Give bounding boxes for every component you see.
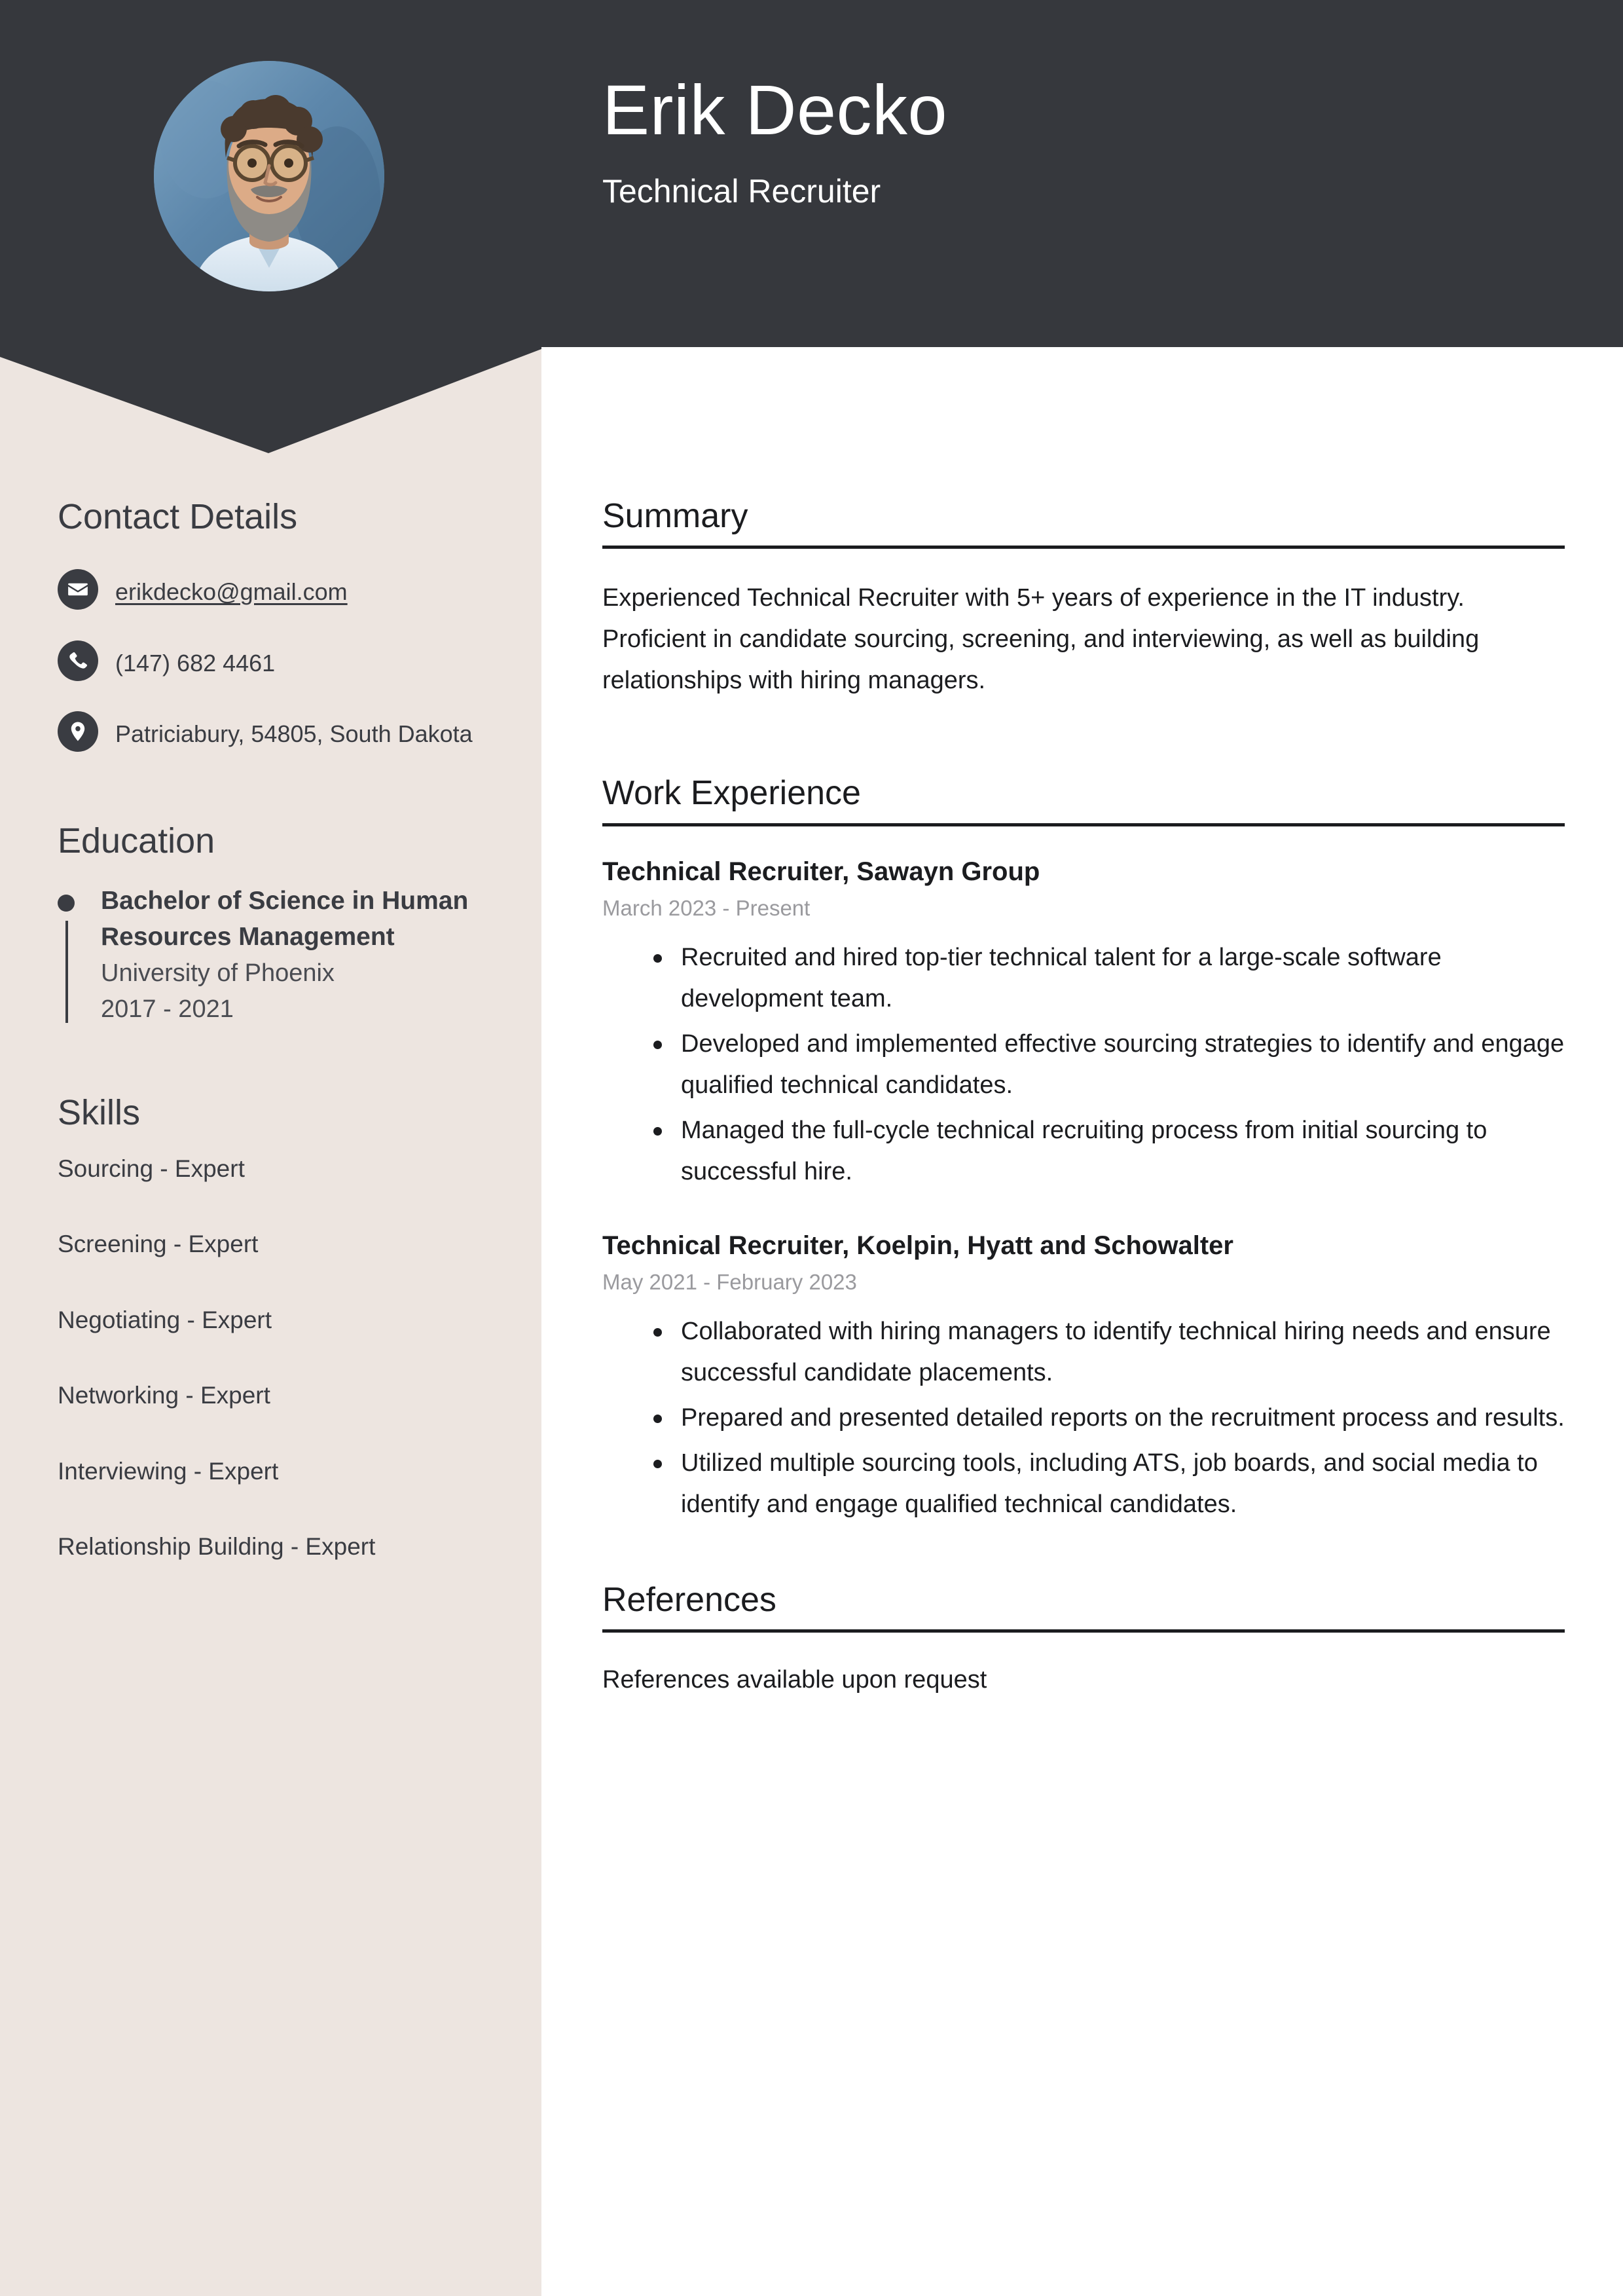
timeline-line (65, 920, 68, 1023)
header-text-block: Erik Decko Technical Recruiter (602, 70, 1584, 210)
job-title: Technical Recruiter, Sawayn Group (602, 857, 1040, 886)
envelope-icon (58, 569, 98, 610)
education-heading: Education (58, 821, 215, 861)
candidate-job-title: Technical Recruiter (602, 172, 881, 210)
contact-list: erikdecko@gmail.com (147) 682 4461 Patri… (58, 568, 490, 753)
skill-item: Sourcing - Expert (58, 1155, 245, 1183)
job-bullet: Managed the full-cycle technical recruit… (653, 1110, 1565, 1193)
contact-item-phone[interactable]: (147) 682 4461 (58, 639, 490, 682)
section-divider (602, 823, 1565, 826)
education-item: Bachelor of Science in Human Resources M… (58, 883, 490, 1028)
section-divider (602, 546, 1565, 549)
summary-heading: Summary (602, 497, 748, 535)
section-divider (602, 1629, 1565, 1633)
references-text: References available upon request (602, 1666, 987, 1694)
job-dates: May 2021 - February 2023 (602, 1269, 857, 1294)
summary-text: Experienced Technical Recruiter with 5+ … (602, 584, 1480, 695)
education-degree: Bachelor of Science in Human Resources M… (101, 886, 469, 952)
education-list: Bachelor of Science in Human Resources M… (58, 883, 490, 1028)
job-bullet: Utilized multiple sourcing tools, includ… (653, 1443, 1565, 1525)
skill-item: Relationship Building - Expert (58, 1532, 376, 1560)
contact-details-heading: Contact Details (58, 497, 298, 536)
contact-item-email[interactable]: erikdecko@gmail.com (58, 568, 490, 611)
job-bullet: Collaborated with hiring managers to ide… (653, 1311, 1565, 1394)
main-content: Summary Experienced Technical Recruiter … (602, 497, 1565, 1699)
work-experience-item: Technical Recruiter, Sawayn Group March … (602, 855, 1565, 1193)
skill-item: Negotiating - Expert (58, 1306, 272, 1333)
skill-item: Networking - Expert (58, 1382, 270, 1409)
email-value[interactable]: erikdecko@gmail.com (115, 568, 348, 611)
work-experience-item: Technical Recruiter, Koelpin, Hyatt and … (602, 1229, 1565, 1525)
timeline-dot-icon (58, 894, 75, 912)
skill-item: Interviewing - Expert (58, 1457, 279, 1485)
skills-list: Sourcing - Expert Screening - Expert Neg… (58, 1155, 490, 1561)
location-pin-icon (58, 711, 98, 752)
references-heading: References (602, 1581, 776, 1620)
education-school: University of Phoenix (101, 959, 335, 987)
job-bullet-list: Collaborated with hiring managers to ide… (602, 1311, 1565, 1525)
skill-item: Screening - Expert (58, 1231, 259, 1258)
work-experience-section: Work Experience Technical Recruiter, Saw… (602, 775, 1565, 1525)
phone-value: (147) 682 4461 (115, 649, 276, 676)
job-dates: March 2023 - Present (602, 895, 811, 920)
job-bullet: Developed and implemented effective sour… (653, 1024, 1565, 1106)
location-value: Patriciabury, 54805, South Dakota (115, 720, 473, 748)
summary-section: Summary Experienced Technical Recruiter … (602, 497, 1565, 701)
candidate-name: Erik Decko (602, 70, 948, 149)
avatar (154, 61, 384, 291)
references-section: References References available upon req… (602, 1582, 1565, 1699)
job-title: Technical Recruiter, Koelpin, Hyatt and … (602, 1231, 1233, 1260)
skills-heading: Skills (58, 1092, 141, 1132)
sidebar: Contact Details erikdecko@gmail.com (147… (58, 497, 490, 1561)
contact-item-location: Patriciabury, 54805, South Dakota (58, 710, 490, 753)
phone-icon (58, 640, 98, 681)
job-bullet: Recruited and hired top-tier technical t… (653, 937, 1565, 1020)
job-bullet: Prepared and presented detailed reports … (653, 1398, 1565, 1439)
work-experience-heading: Work Experience (602, 774, 861, 813)
education-dates: 2017 - 2021 (101, 995, 234, 1024)
job-bullet-list: Recruited and hired top-tier technical t… (602, 937, 1565, 1193)
resume-page: Erik Decko Technical Recruiter Contact D… (0, 0, 1623, 2296)
